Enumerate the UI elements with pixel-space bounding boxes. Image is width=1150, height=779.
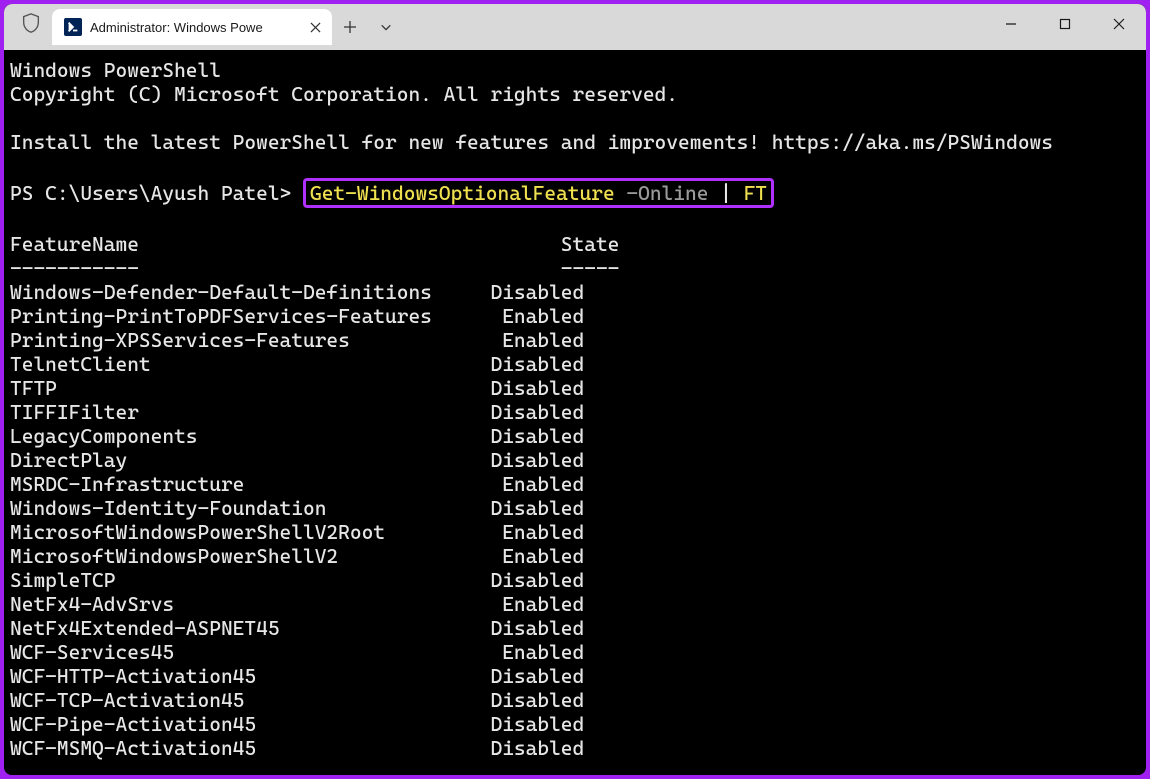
table-row: Printing-XPSServices-Features Enabled: [10, 328, 1140, 352]
cmdlet: Get-WindowsOptionalFeature: [310, 181, 615, 205]
table-row: WCF-MSMQ-Activation45 Disabled: [10, 736, 1140, 760]
install-msg: Install the latest PowerShell for new fe…: [10, 130, 1140, 154]
command-highlight: Get-WindowsOptionalFeature -Online | FT: [303, 178, 774, 208]
table-row: NetFx4Extended-ASPNET45 Disabled: [10, 616, 1140, 640]
table-header-rule: ----------- -----: [10, 256, 1140, 280]
cmd-param: -Online: [615, 181, 720, 205]
cmd-pipe: |: [720, 181, 743, 205]
table-row: MSRDC-Infrastructure Enabled: [10, 472, 1140, 496]
title-bar-left: Administrator: Windows Powe: [4, 4, 404, 50]
table-row: LegacyComponents Disabled: [10, 424, 1140, 448]
table-row: MicrosoftWindowsPowerShellV2 Enabled: [10, 544, 1140, 568]
maximize-button[interactable]: [1038, 4, 1092, 44]
table-row: TFTP Disabled: [10, 376, 1140, 400]
tab-dropdown-button[interactable]: [368, 9, 404, 45]
blank-line: [10, 154, 1140, 178]
table-row: Windows-Defender-Default-Definitions Dis…: [10, 280, 1140, 304]
table-row: TelnetClient Disabled: [10, 352, 1140, 376]
tab-active[interactable]: Administrator: Windows Powe: [52, 9, 332, 45]
new-tab-button[interactable]: [332, 9, 368, 45]
blank-line: [10, 106, 1140, 130]
close-window-button[interactable]: [1092, 4, 1146, 44]
tab-title: Administrator: Windows Powe: [90, 20, 298, 35]
table-row: WCF-HTTP-Activation45 Disabled: [10, 664, 1140, 688]
table-row: NetFx4-AdvSrvs Enabled: [10, 592, 1140, 616]
blank-line: [10, 208, 1140, 232]
prompt-line: PS C:\Users\Ayush Patel> Get-WindowsOpti…: [10, 178, 1140, 208]
table-row: WCF-Pipe-Activation45 Disabled: [10, 712, 1140, 736]
title-bar: Administrator: Windows Powe: [4, 4, 1146, 50]
close-tab-button[interactable]: [306, 18, 324, 36]
table-row: WCF-Services45 Enabled: [10, 640, 1140, 664]
window-frame: Administrator: Windows Powe: [4, 4, 1146, 775]
window-controls: [984, 4, 1146, 50]
table-row: WCF-TCP-Activation45 Disabled: [10, 688, 1140, 712]
powershell-icon: [64, 18, 82, 36]
table-row: SimpleTCP Disabled: [10, 568, 1140, 592]
cmd-ft: FT: [744, 181, 767, 205]
table-row: Windows-Identity-Foundation Disabled: [10, 496, 1140, 520]
table-header: FeatureName State: [10, 232, 1140, 256]
table-row: DirectPlay Disabled: [10, 448, 1140, 472]
banner-line: Windows PowerShell: [10, 58, 1140, 82]
table-row: TIFFIFilter Disabled: [10, 400, 1140, 424]
banner-line: Copyright (C) Microsoft Corporation. All…: [10, 82, 1140, 106]
tab-actions: [332, 9, 404, 45]
table-row: Printing-PrintToPDFServices-Features Ena…: [10, 304, 1140, 328]
shield-icon: [20, 12, 42, 34]
minimize-button[interactable]: [984, 4, 1038, 44]
terminal-output[interactable]: Windows PowerShellCopyright (C) Microsof…: [4, 50, 1146, 775]
table-row: MicrosoftWindowsPowerShellV2Root Enabled: [10, 520, 1140, 544]
